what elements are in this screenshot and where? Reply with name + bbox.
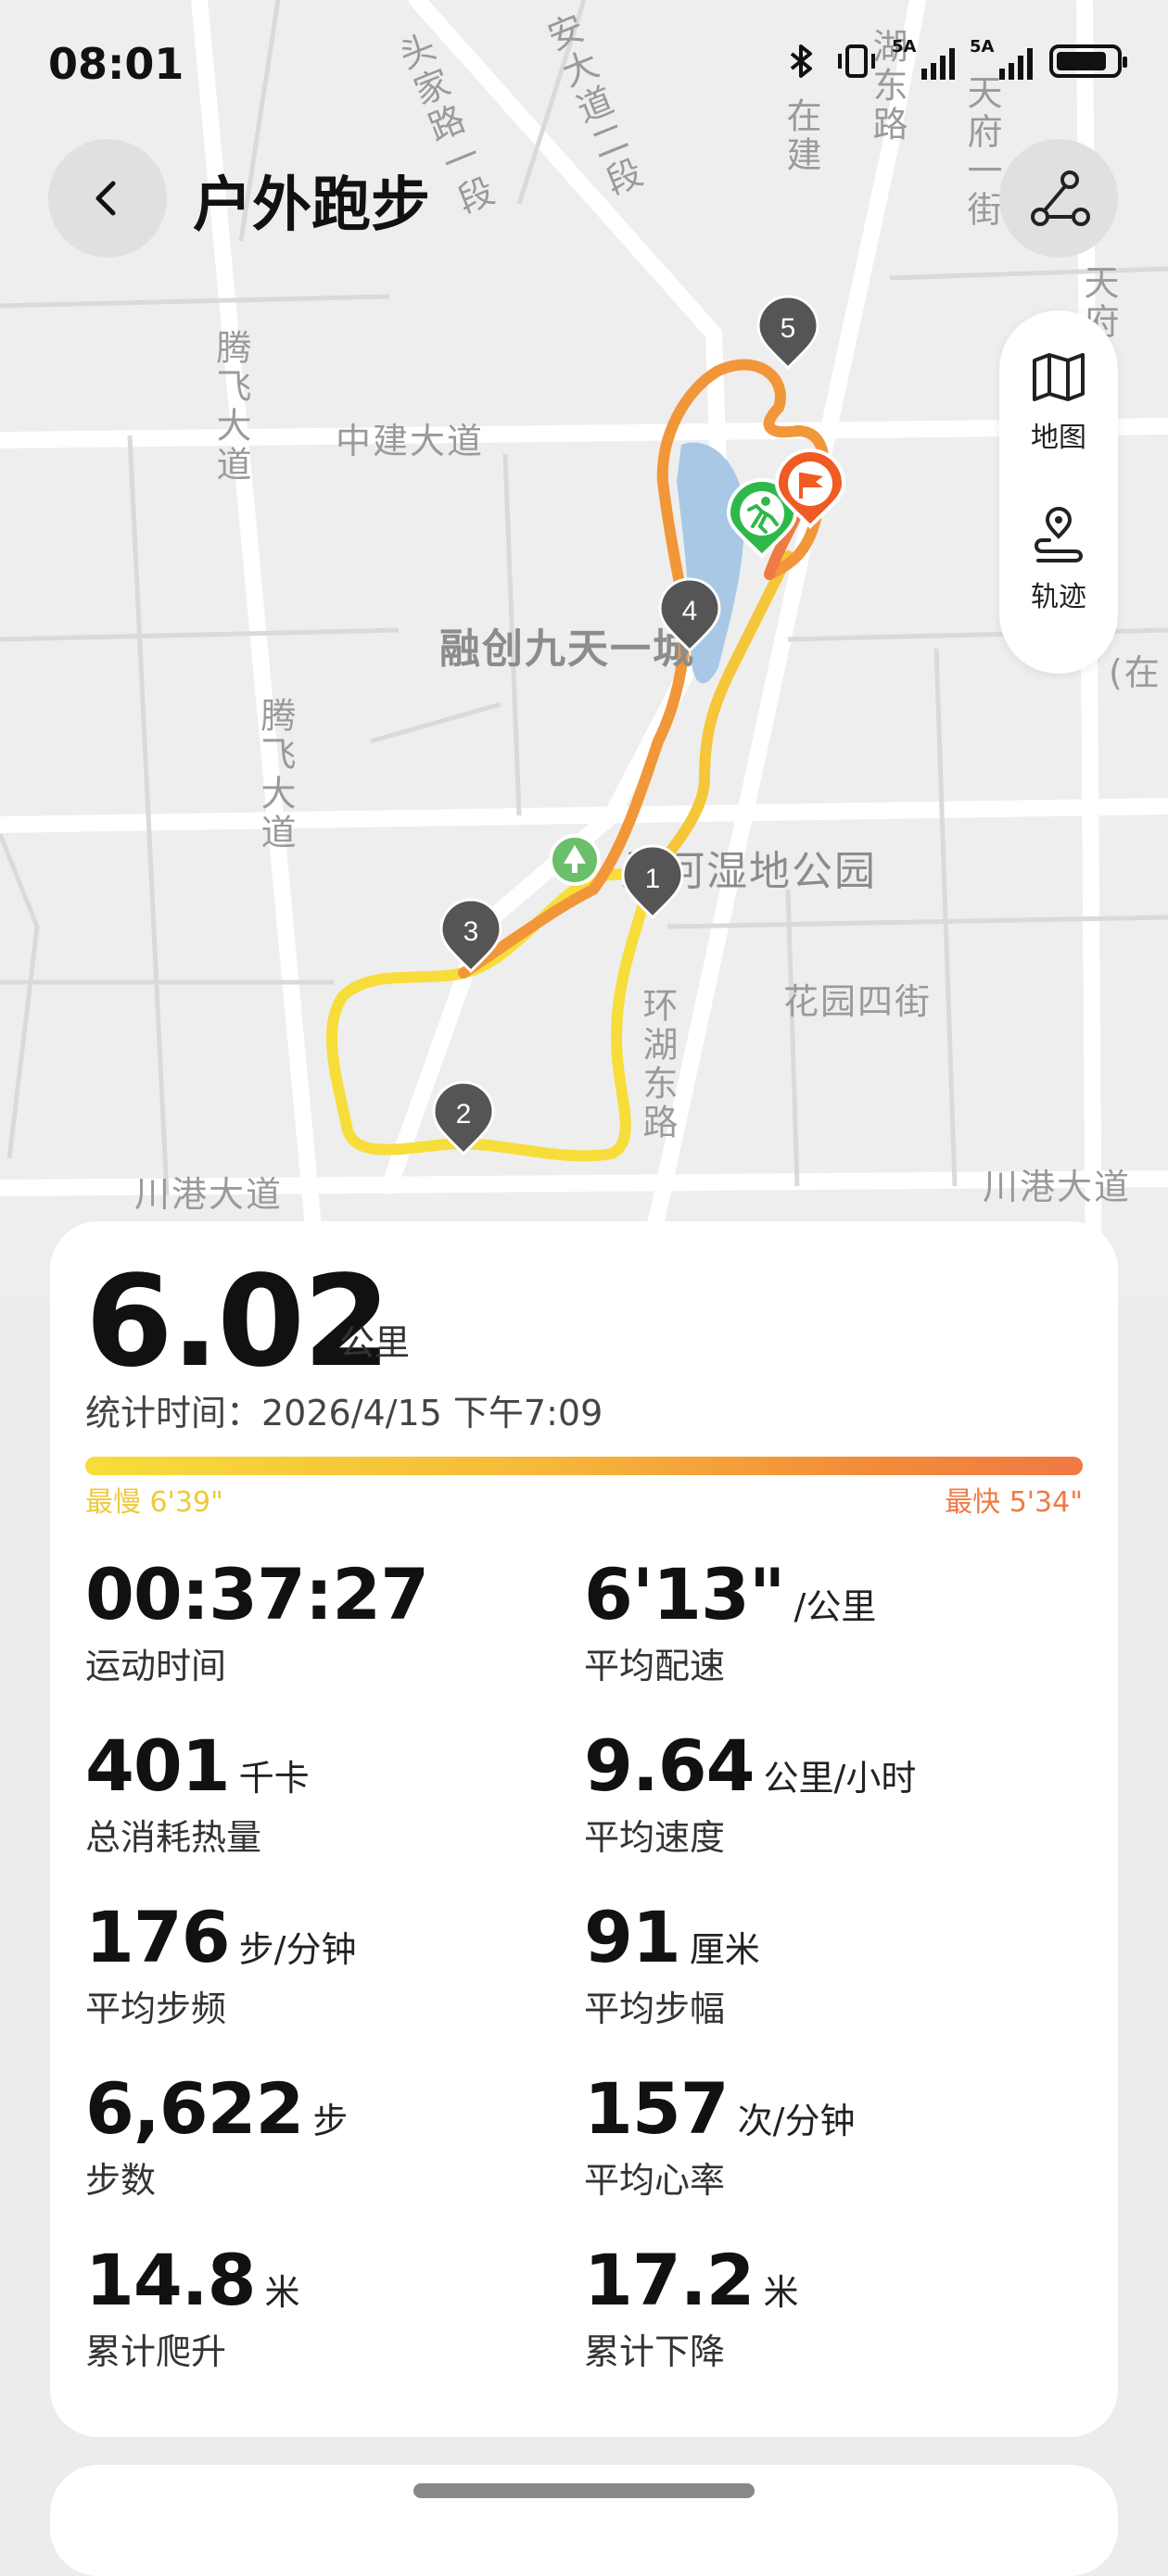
metric-unit: 厘米 xyxy=(689,1929,760,1970)
km-marker-4[interactable]: 4 xyxy=(658,577,721,653)
svg-text:5: 5 xyxy=(781,313,796,344)
distance-unit: 公里 xyxy=(339,1322,411,1363)
next-card xyxy=(50,2465,1118,2576)
status-bar: 08:01 5A 5A xyxy=(0,0,1168,130)
route-nodes-icon xyxy=(1031,170,1090,226)
vibrate-icon xyxy=(838,44,875,78)
metric-value: 14.8 xyxy=(85,2239,257,2321)
metric-stride: 91 厘米 平均步幅 xyxy=(584,1896,1047,2031)
svg-text:2: 2 xyxy=(456,1099,472,1130)
metric-unit: 次/分钟 xyxy=(737,2101,856,2141)
metric-label: 累计下降 xyxy=(584,2331,726,2372)
km-marker-3[interactable]: 3 xyxy=(439,898,502,974)
status-time: 08:01 xyxy=(48,39,184,89)
metric-unit: 步/分钟 xyxy=(238,1929,357,1970)
svg-text:1: 1 xyxy=(645,864,661,894)
home-indicator[interactable] xyxy=(413,2483,755,2498)
map-view-label: 地图 xyxy=(1031,422,1086,454)
metric-value: 157 xyxy=(584,2067,730,2150)
map-view-button[interactable]: 地图 xyxy=(999,347,1118,455)
map-side-panel: 地图 轨迹 xyxy=(999,310,1118,674)
fastest-pace-label: 最快 5'34" xyxy=(945,1486,1083,1519)
metric-value: 9.64 xyxy=(584,1724,755,1807)
metric-value: 176 xyxy=(85,1896,231,1978)
metric-value: 6,622 xyxy=(85,2067,304,2150)
metric-descent: 17.2 米 累计下降 xyxy=(584,2239,1047,2374)
km-marker-5[interactable]: 5 xyxy=(756,295,819,371)
metric-label: 步数 xyxy=(85,2160,157,2201)
stat-time: 统计时间：2026/4/15 下午7:09 xyxy=(85,1393,603,1433)
metric-unit: /公里 xyxy=(793,1586,877,1627)
map-icon xyxy=(1033,353,1085,401)
signal-2-icon: 5A xyxy=(970,37,1033,80)
metric-heart-rate: 157 次/分钟 平均心率 xyxy=(584,2067,1047,2203)
signal-1-icon: 5A xyxy=(892,37,955,80)
metric-value: 6'13" xyxy=(584,1553,786,1635)
metric-unit: 米 xyxy=(264,2272,300,2313)
metric-value: 401 xyxy=(85,1724,231,1807)
metric-label: 平均心率 xyxy=(584,2160,726,2201)
track-view-label: 轨迹 xyxy=(1031,581,1086,613)
slowest-pace-label: 最慢 6'39" xyxy=(85,1486,223,1519)
metric-avg-pace: 6'13"/公里 平均配速 xyxy=(584,1553,1047,1688)
metric-value: 00:37:27 xyxy=(85,1553,429,1635)
track-view-button[interactable]: 轨迹 xyxy=(999,507,1118,614)
metric-calories: 401 千卡 总消耗热量 xyxy=(85,1724,549,1860)
status-icons: 5A 5A xyxy=(786,37,1127,80)
page-title: 户外跑步 xyxy=(193,171,430,240)
metric-label: 累计爬升 xyxy=(85,2331,227,2372)
metric-label: 运动时间 xyxy=(85,1646,227,1686)
metric-value: 17.2 xyxy=(584,2239,755,2321)
route-map[interactable]: 腾飞大道 腾飞大道 中建大道 川港大道 川港大道 环湖东路 花园四街 头家路一段… xyxy=(0,0,1168,1297)
metric-cadence: 176 步/分钟 平均步频 xyxy=(85,1896,549,2031)
chevron-left-icon xyxy=(95,181,116,216)
bluetooth-icon xyxy=(790,44,812,78)
metric-steps: 6,622 步 步数 xyxy=(85,2067,549,2203)
metric-unit: 步 xyxy=(312,2101,349,2141)
metric-label: 平均配速 xyxy=(584,1646,726,1686)
metric-ascent: 14.8 米 累计爬升 xyxy=(85,2239,549,2374)
metric-duration: 00:37:27 运动时间 xyxy=(85,1553,549,1688)
metric-unit: 公里/小时 xyxy=(763,1758,917,1799)
svg-text:4: 4 xyxy=(682,596,698,626)
svg-text:3: 3 xyxy=(463,916,479,947)
pace-gradient-bar xyxy=(85,1457,1083,1475)
metric-unit: 米 xyxy=(763,2272,799,2313)
metric-value: 91 xyxy=(584,1896,681,1978)
stats-card: 6.02 公里 统计时间：2026/4/15 下午7:09 最慢 6'39" 最… xyxy=(50,1221,1118,2437)
metric-label: 平均速度 xyxy=(584,1817,726,1858)
km-marker-2[interactable]: 2 xyxy=(432,1080,495,1156)
metric-label: 总消耗热量 xyxy=(85,1817,262,1858)
metric-avg-speed: 9.64 公里/小时 平均速度 xyxy=(584,1724,1047,1860)
back-button[interactable] xyxy=(48,139,167,258)
route-share-button[interactable] xyxy=(999,139,1118,258)
metric-label: 平均步频 xyxy=(85,1989,227,2029)
metric-unit: 千卡 xyxy=(238,1758,310,1799)
metric-label: 平均步幅 xyxy=(584,1989,726,2029)
track-icon xyxy=(1035,507,1083,562)
km-marker-1[interactable]: 1 xyxy=(621,844,684,920)
battery-icon xyxy=(1049,44,1127,78)
km-markers: 1 2 3 4 5 xyxy=(432,295,846,1156)
